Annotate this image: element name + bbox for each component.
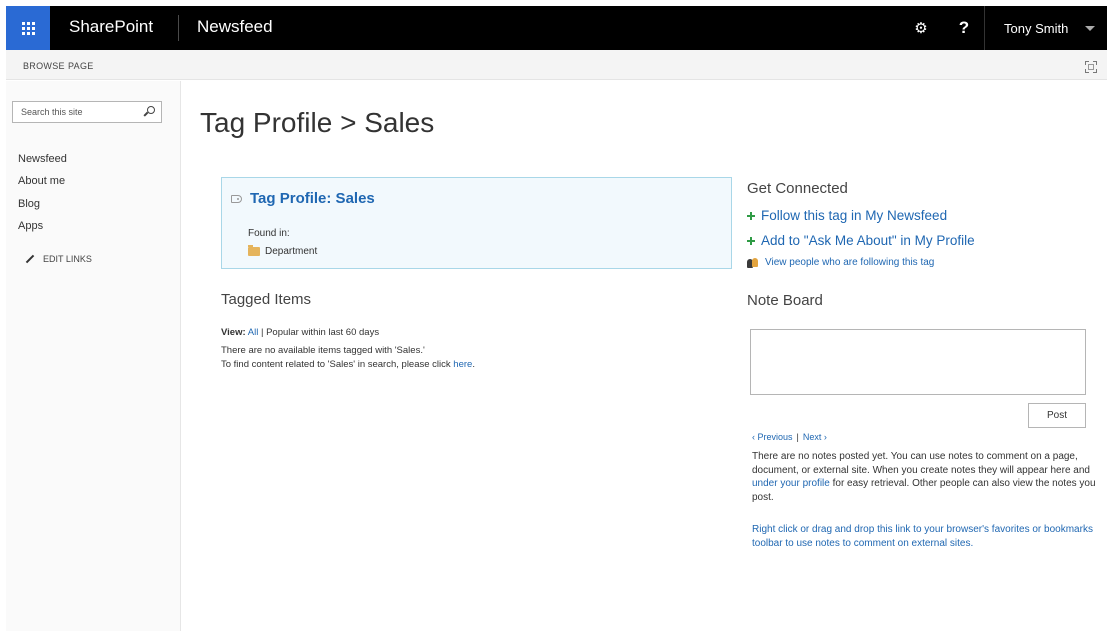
view-all-link[interactable]: All [248,327,259,338]
gear-icon: ⚙ [914,20,928,37]
view-followers-link[interactable]: View people who are following this tag [747,257,934,268]
no-items-message: There are no available items tagged with… [221,345,425,356]
left-navigation: Search this site Newsfeed About me Blog … [6,81,181,631]
view-popular-link[interactable]: Popular within last 60 days [266,327,379,338]
follow-tag-link[interactable]: Follow this tag in My Newsfeed [747,208,947,223]
department-item: Department [248,245,318,257]
edit-links-label: EDIT LINKS [43,254,92,264]
view-followers-label: View people who are following this tag [765,257,935,268]
tab-browse[interactable]: BROWSE [23,61,65,71]
nav-item-newsfeed[interactable]: Newsfeed [18,153,67,165]
caret-down-icon [1085,25,1096,31]
ask-me-about-label: Add to "Ask Me About" in My Profile [761,233,975,248]
help-button[interactable]: ? [946,6,982,50]
view-filter: View: All | Popular within last 60 days [221,327,379,338]
pager-separator: | [796,432,799,442]
user-menu[interactable]: Tony Smith [984,6,1107,50]
settings-button[interactable]: ⚙ [903,6,939,50]
pencil-icon [25,254,35,264]
notes-bookmarklet-link[interactable]: Right click or drag and drop this link t… [752,523,1097,550]
search-here-link[interactable]: here [453,359,472,370]
note-pager: ‹ Previous | Next › [752,432,827,442]
note-textarea[interactable] [750,329,1086,395]
post-button[interactable]: Post [1028,403,1086,428]
people-icon [747,257,759,268]
folder-icon [248,245,260,256]
under-your-profile-link[interactable]: under your profile [752,478,830,489]
nav-item-blog[interactable]: Blog [18,198,40,210]
edit-links-button[interactable]: EDIT LINKS [25,254,92,264]
suite-divider [178,15,179,41]
department-label: Department [265,246,318,257]
note-board-heading: Note Board [747,292,823,309]
no-notes-message: There are no notes posted yet. You can u… [752,450,1097,504]
tag-profile-box: Tag Profile: Sales Found in: Department [221,177,732,269]
user-name: Tony Smith [1004,20,1069,36]
search-hint: To find content related to 'Sales' in se… [221,359,475,370]
found-in-label: Found in: [248,228,290,239]
tag-icon [231,195,242,203]
follow-tag-label: Follow this tag in My Newsfeed [761,208,948,223]
search-placeholder: Search this site [21,107,83,117]
get-connected-heading: Get Connected [747,180,848,197]
nav-item-about-me[interactable]: About me [18,175,65,187]
previous-link[interactable]: ‹ Previous [752,432,793,442]
tab-page[interactable]: PAGE [68,61,94,71]
plus-icon [747,236,755,245]
suite-title[interactable]: Newsfeed [197,17,273,37]
next-link[interactable]: Next › [803,432,827,442]
help-icon: ? [958,18,970,37]
search-input[interactable]: Search this site [12,101,162,123]
view-label: View: [221,327,246,338]
app-launcher-button[interactable] [6,6,50,50]
plus-icon [747,211,755,220]
sharepoint-window: SharePoint Newsfeed ⚙ ? Tony Smith BROWS… [6,6,1107,631]
search-hint-end: . [472,359,475,370]
page-title: Tag Profile > Sales [200,107,435,138]
view-separator: | [258,327,267,338]
ribbon: BROWSE PAGE [6,50,1107,80]
focus-on-content-icon[interactable] [1085,61,1097,73]
suite-bar: SharePoint Newsfeed ⚙ ? Tony Smith [6,6,1107,50]
brand-name[interactable]: SharePoint [69,17,153,37]
ask-me-about-link[interactable]: Add to "Ask Me About" in My Profile [747,233,975,248]
search-hint-text: To find content related to 'Sales' in se… [221,359,454,370]
search-icon[interactable] [143,106,155,118]
tag-profile-title[interactable]: Tag Profile: Sales [250,190,375,207]
waffle-icon [21,21,35,35]
no-notes-text: There are no notes posted yet. You can u… [752,451,1090,476]
nav-item-apps[interactable]: Apps [18,220,43,232]
tagged-items-heading: Tagged Items [221,291,312,308]
